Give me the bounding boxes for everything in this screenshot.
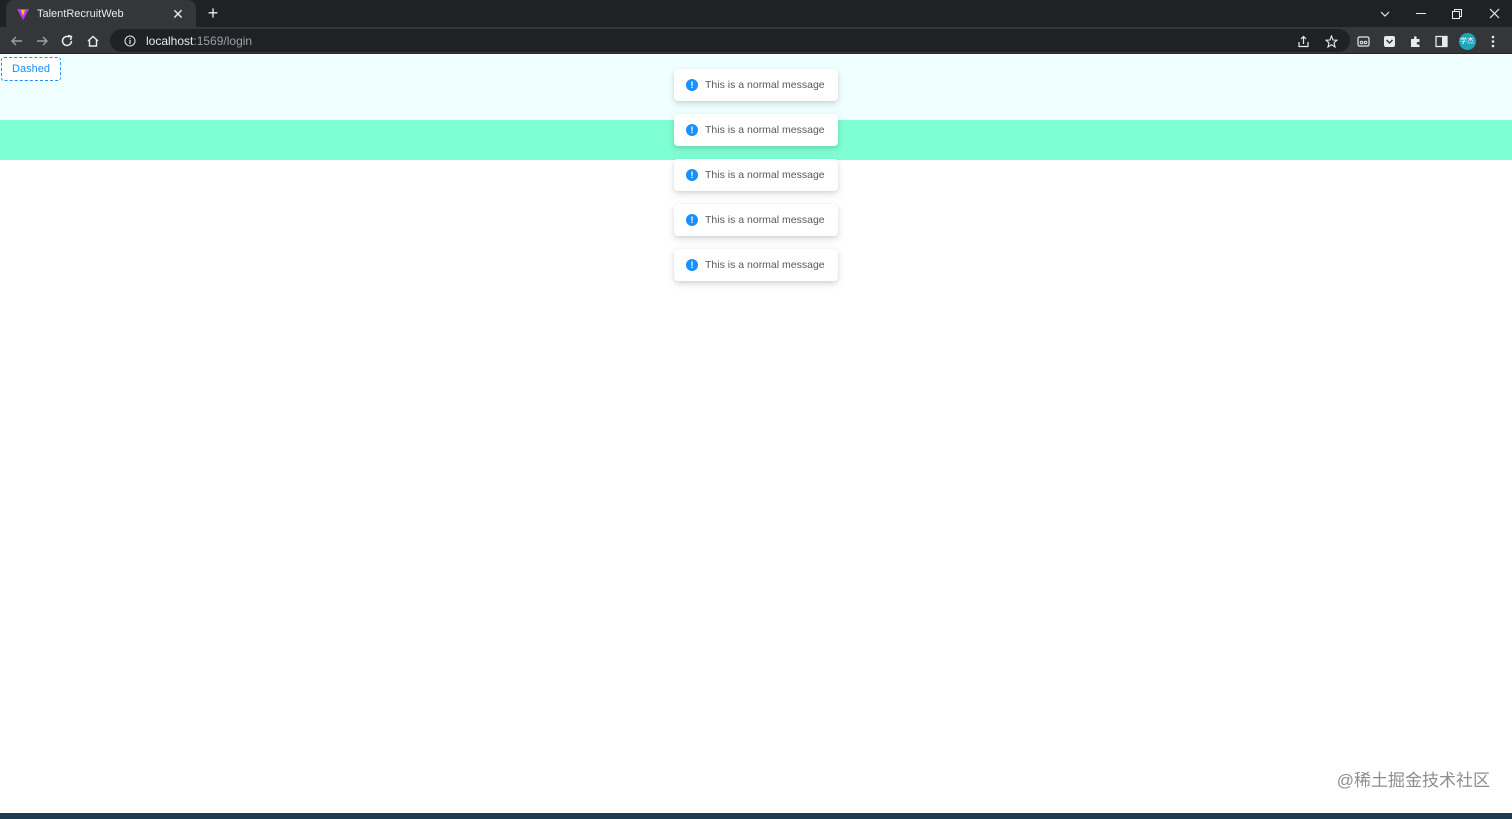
tab-title: TalentRecruitWeb <box>37 7 124 20</box>
vite-favicon-icon <box>16 7 30 21</box>
tab-search-icon[interactable] <box>1367 0 1403 27</box>
address-bar[interactable]: localhost:1569/login <box>110 29 1350 52</box>
message-text: This is a normal message <box>705 214 825 226</box>
dashed-button[interactable]: Dashed <box>1 57 61 81</box>
message-toast: ! This is a normal message <box>674 204 838 236</box>
message-text: This is a normal message <box>705 124 825 136</box>
more-menu-icon[interactable] <box>1482 30 1504 52</box>
url-host: localhost <box>146 33 194 48</box>
extensions-puzzle-icon[interactable] <box>1404 30 1426 52</box>
tab-talentrecruitweb[interactable]: TalentRecruitWeb ✕ <box>6 0 196 27</box>
tab-close-icon[interactable]: ✕ <box>170 6 186 22</box>
info-icon: ! <box>686 214 698 226</box>
new-tab-button[interactable]: + <box>203 4 223 24</box>
forward-icon[interactable] <box>31 30 53 52</box>
info-icon: ! <box>686 259 698 271</box>
site-info-icon[interactable] <box>120 31 140 51</box>
info-icon: ! <box>686 169 698 181</box>
watermark: @稀土掘金技术社区 <box>1336 771 1490 790</box>
message-toast: ! This is a normal message <box>674 69 838 101</box>
minimize-icon[interactable] <box>1403 0 1439 27</box>
reload-icon[interactable] <box>56 30 78 52</box>
bookmark-star-icon[interactable] <box>1320 30 1342 52</box>
taskbar <box>0 813 1512 819</box>
message-text: This is a normal message <box>705 259 825 271</box>
extension-download-icon[interactable] <box>1378 30 1400 52</box>
browser-toolbar: localhost:1569/login 学杰 <box>0 27 1512 54</box>
restore-icon[interactable] <box>1439 0 1475 27</box>
message-toast: ! This is a normal message <box>674 159 838 191</box>
profile-avatar[interactable]: 学杰 <box>1456 30 1478 52</box>
info-icon: ! <box>686 79 698 91</box>
extension-reader-icon[interactable] <box>1352 30 1374 52</box>
profile-avatar-text: 学杰 <box>1458 32 1476 50</box>
message-toast: ! This is a normal message <box>674 249 838 281</box>
side-panel-icon[interactable] <box>1430 30 1452 52</box>
page-viewport: Dashed ! This is a normal message ! This… <box>0 55 1512 813</box>
url-path: :1569/login <box>193 33 253 48</box>
title-bar: TalentRecruitWeb ✕ + <box>0 0 1512 27</box>
info-icon: ! <box>686 124 698 136</box>
share-icon[interactable] <box>1292 30 1314 52</box>
message-toast: ! This is a normal message <box>674 114 838 146</box>
home-icon[interactable] <box>82 30 104 52</box>
back-icon[interactable] <box>6 30 28 52</box>
message-text: This is a normal message <box>705 169 825 181</box>
close-window-icon[interactable] <box>1476 0 1512 27</box>
message-text: This is a normal message <box>705 79 825 91</box>
